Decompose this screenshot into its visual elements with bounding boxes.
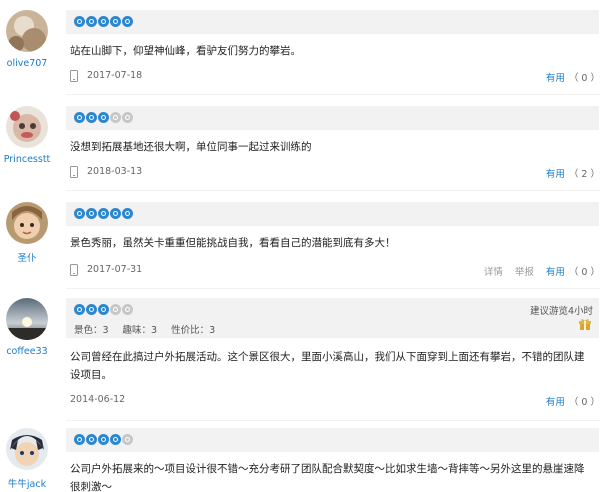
rating-star-empty-icon — [110, 112, 121, 123]
username-link[interactable]: olive707 — [0, 58, 54, 69]
review-meta: 2014-06-12 有用（ 0 ） — [70, 394, 600, 408]
username-link[interactable]: 牛牛jack — [0, 476, 54, 490]
review-date: 2017-07-31 — [87, 264, 143, 275]
review-text: 没想到拓展基地还很大啊，单位同事一起过来训练的 — [70, 141, 312, 153]
rating-star-empty-icon — [122, 112, 133, 123]
mobile-phone-icon — [70, 70, 78, 82]
helpful-button[interactable]: 有用（ 0 ） — [546, 394, 600, 408]
rating-star-icon — [74, 434, 85, 445]
rating-star-icon — [110, 208, 121, 219]
username-link[interactable]: 圣仆 — [0, 250, 54, 264]
scenery-score: 景色：3 — [74, 325, 109, 336]
review-text: 站在山脚下，仰望神仙峰，看驴友们努力的攀岩。 — [70, 45, 301, 57]
review-date: 2017-07-18 — [87, 70, 143, 81]
divider — [66, 288, 600, 289]
divider — [66, 190, 600, 191]
username-link[interactable]: Princesstt — [0, 154, 54, 165]
avatar[interactable] — [6, 428, 48, 470]
rating-star-icon — [122, 16, 133, 27]
suggested-visit-time: 建议游览4小时 — [529, 306, 593, 317]
rating-bar — [66, 202, 599, 226]
rating-star-icon — [122, 208, 133, 219]
detail-link[interactable]: 详情 — [484, 264, 503, 278]
gift-icon[interactable] — [579, 318, 591, 330]
rating-star-empty-icon — [122, 434, 133, 445]
value-score: 性价比：3 — [171, 325, 216, 336]
review-actions: 有用（ 0 ） — [546, 70, 600, 84]
rating-star-icon — [110, 434, 121, 445]
avatar[interactable] — [6, 298, 48, 340]
star-rating — [74, 208, 133, 220]
user-block: olive707 — [0, 10, 54, 69]
rating-star-empty-icon — [110, 304, 121, 315]
rating-bar: 景色：3 趣味：3 性价比：3 建议游览4小时 — [66, 298, 599, 338]
rating-star-icon — [98, 208, 109, 219]
rating-star-icon — [98, 434, 109, 445]
star-rating — [74, 304, 133, 316]
rating-bar — [66, 428, 599, 452]
rating-star-icon — [74, 112, 85, 123]
rating-star-icon — [86, 434, 97, 445]
review-actions: 详情 举报 有用（ 0 ） — [484, 264, 600, 278]
review-meta: 2017-07-31 详情 举报 有用（ 0 ） — [70, 264, 600, 278]
rating-star-icon — [74, 304, 85, 315]
helpful-button[interactable]: 有用（ 0 ） — [546, 264, 600, 278]
username-link[interactable]: coffee33 — [0, 346, 54, 357]
divider — [66, 94, 600, 95]
helpful-button[interactable]: 有用（ 2 ） — [546, 166, 600, 180]
mobile-phone-icon — [70, 166, 78, 178]
fun-score: 趣味：3 — [122, 325, 158, 336]
rating-star-icon — [98, 304, 109, 315]
rating-star-icon — [86, 304, 97, 315]
review-text: 公司曾经在此搞过户外拓展活动。这个景区很大，里面小溪高山，我们从下面穿到上面还有… — [70, 351, 585, 381]
rating-star-icon — [98, 112, 109, 123]
user-block: Princesstt — [0, 106, 54, 165]
review-date: 2014-06-12 — [70, 394, 126, 405]
report-link[interactable]: 举报 — [515, 264, 534, 278]
review-meta: 2017-07-18 有用（ 0 ） — [70, 70, 600, 84]
star-rating — [74, 16, 133, 28]
review-actions: 有用（ 2 ） — [546, 166, 600, 180]
rating-star-empty-icon — [122, 304, 133, 315]
avatar[interactable] — [6, 202, 48, 244]
review-date: 2018-03-13 — [87, 166, 143, 177]
sub-scores: 景色：3 趣味：3 性价比：3 — [74, 322, 215, 336]
divider — [66, 420, 600, 421]
rating-bar — [66, 106, 599, 130]
avatar[interactable] — [6, 106, 48, 148]
star-rating — [74, 434, 133, 446]
rating-star-icon — [86, 208, 97, 219]
helpful-button[interactable]: 有用（ 0 ） — [546, 70, 600, 84]
rating-bar — [66, 10, 599, 34]
review-text: 公司户外拓展来的～项目设计很不错～充分考研了团队配合默契度～比如求生墙～背摔等～… — [70, 463, 585, 492]
user-block: 圣仆 — [0, 202, 54, 264]
rating-star-icon — [110, 16, 121, 27]
rating-star-icon — [86, 112, 97, 123]
rating-star-icon — [86, 16, 97, 27]
user-block: coffee33 — [0, 298, 54, 357]
rating-star-icon — [98, 16, 109, 27]
star-rating — [74, 112, 133, 124]
mobile-phone-icon — [70, 264, 78, 276]
rating-star-icon — [74, 208, 85, 219]
avatar[interactable] — [6, 10, 48, 52]
review-text: 景色秀丽，虽然关卡重重但能挑战自我，看看自己的潜能到底有多大！ — [70, 237, 396, 249]
rating-star-icon — [74, 16, 85, 27]
user-block: 牛牛jack — [0, 428, 54, 490]
review-actions: 有用（ 0 ） — [546, 394, 600, 408]
review-meta: 2018-03-13 有用（ 2 ） — [70, 166, 600, 180]
